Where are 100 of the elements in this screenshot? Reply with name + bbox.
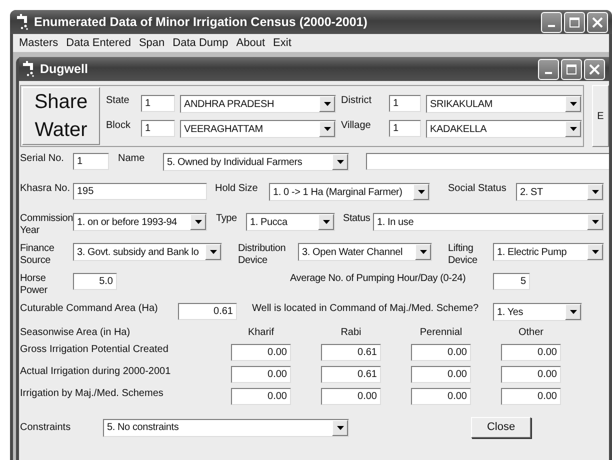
dropdown-button[interactable] [415,244,431,260]
dropdown-button[interactable] [332,154,348,170]
text-field[interactable]: 5 [493,273,530,290]
dropdown[interactable]: 5. Owned by Individual Farmers [163,153,349,171]
text-field[interactable]: 0.00 [501,344,561,361]
caret-icon [210,250,216,254]
dropdown-button[interactable] [318,214,334,230]
menu-item[interactable]: Data Dump [168,34,232,52]
text-field[interactable]: 0.00 [501,366,561,383]
field-label: Finance Source [20,243,56,267]
dropdown[interactable]: 3. Govt. subsidy and Bank lo [73,243,222,261]
dropdown[interactable]: 3. Open Water Channel [298,243,432,261]
caret-icon [570,102,576,106]
dropdown[interactable]: 1. on or before 1993-94 [73,213,207,231]
dropdown[interactable]: 5. No constraints [103,418,349,436]
text-field[interactable]: 0.00 [231,388,291,405]
text-field[interactable]: 1 [141,120,175,137]
dropdown[interactable]: ANDHRA PRADESH [180,95,336,113]
minimize-icon [548,25,555,27]
menu-item[interactable]: Data Entered [62,34,135,52]
dropdown[interactable]: VEERAGHATTAM [180,120,336,138]
dropdown-button[interactable] [319,96,335,112]
text-field[interactable]: 5.0 [73,273,117,290]
column-header: Rabi [340,327,362,339]
dropdown-button[interactable] [332,420,348,436]
close-icon [592,16,603,28]
minimize-button[interactable] [538,58,559,80]
menu-item[interactable]: Exit [269,34,296,52]
field-label: Commission Year [20,213,73,237]
dropdown[interactable]: 1. Yes [493,303,582,321]
text-field[interactable]: 1 [73,153,109,170]
maximize-button[interactable] [564,12,585,32]
column-header: Other [517,327,544,339]
dropdown[interactable]: 1. In use [373,213,604,231]
text-field[interactable]: 0.00 [411,366,471,383]
field-label: Type [216,213,238,225]
caret-icon [592,190,598,194]
text-field[interactable]: 0.00 [411,344,471,361]
dropdown[interactable]: 1. Pucca [246,213,335,231]
section-label: Seasonwise Area (in Ha) [20,327,132,339]
text-field[interactable] [366,153,609,170]
maximize-button[interactable] [561,58,582,80]
field-label: State [106,95,130,108]
field-label: District [341,95,373,108]
dropdown[interactable]: 1. 0 -> 1 Ha (Marginal Farmer) [269,183,430,201]
field-label: Hold Size [215,183,259,195]
text-field[interactable]: 0.00 [231,366,291,383]
minimize-button[interactable] [541,12,562,32]
maximize-icon [566,64,577,74]
field-label: Lifting Device [448,243,478,267]
window-title: Dugwell [40,60,89,78]
dropdown-button[interactable] [565,304,581,320]
caret-icon [570,310,576,314]
field-label: Cuturable Command Area (Ha) [20,303,159,315]
dropdown-button[interactable] [565,121,581,137]
field-label: Average No. of Pumping Hour/Day (0-24) [290,273,467,285]
text-field[interactable]: 1 [141,95,175,112]
text-field[interactable]: 0.61 [321,344,381,361]
side-button[interactable]: E [592,85,609,147]
column-header: Perennial [418,327,464,339]
row-label: Actual Irrigation during 2000-2001 [20,366,172,378]
text-field[interactable]: 0.00 [321,388,381,405]
dropdown[interactable]: 1. Electric Pump [493,243,604,261]
field-label: Social Status [448,183,508,195]
dropdown-button[interactable] [319,121,335,137]
caret-icon [322,220,330,224]
dropdown[interactable]: KADAKELLA [426,120,582,138]
dropdown[interactable]: 2. ST [516,183,604,201]
close-icon [589,64,600,74]
menu-item[interactable]: About [232,34,270,52]
text-field[interactable]: 0.00 [231,344,291,361]
close-button[interactable]: Close [471,417,531,438]
dropdown-button[interactable] [205,244,221,260]
text-field[interactable]: 0.00 [411,388,471,405]
menu-item[interactable]: Masters [15,34,62,52]
dropdown[interactable]: SRIKAKULAM [426,95,582,113]
dropdown-button[interactable] [565,96,581,112]
text-field[interactable]: 1 [389,120,421,137]
row-label: Gross Irrigation Potential Created [20,344,170,356]
dropdown-button[interactable] [413,184,429,200]
minimize-icon [545,72,552,74]
text-field[interactable]: 1 [389,95,421,112]
dropdown-button[interactable] [587,244,603,260]
close-button[interactable] [584,58,605,80]
caret-icon [194,220,202,224]
dropdown-button[interactable] [190,214,206,230]
text-field[interactable]: 195 [73,183,207,200]
menu-item[interactable]: Span [134,34,169,52]
dropdown-button[interactable] [587,184,603,200]
faucet-icon [16,14,30,30]
logo-text: Water [34,118,88,143]
field-label: Well is located in Command of Maj./Med. Scheme? [252,303,480,315]
window-title: Enumerated Data of Minor Irrigation Census (2000-2001) [34,14,368,31]
caret-icon [336,160,344,164]
text-field[interactable]: 0.61 [178,303,237,320]
column-header: Kharif [246,327,276,339]
text-field[interactable]: 0.61 [321,366,381,383]
dropdown-button[interactable] [587,214,603,230]
close-button[interactable] [587,12,608,32]
text-field[interactable]: 0.00 [501,388,561,405]
